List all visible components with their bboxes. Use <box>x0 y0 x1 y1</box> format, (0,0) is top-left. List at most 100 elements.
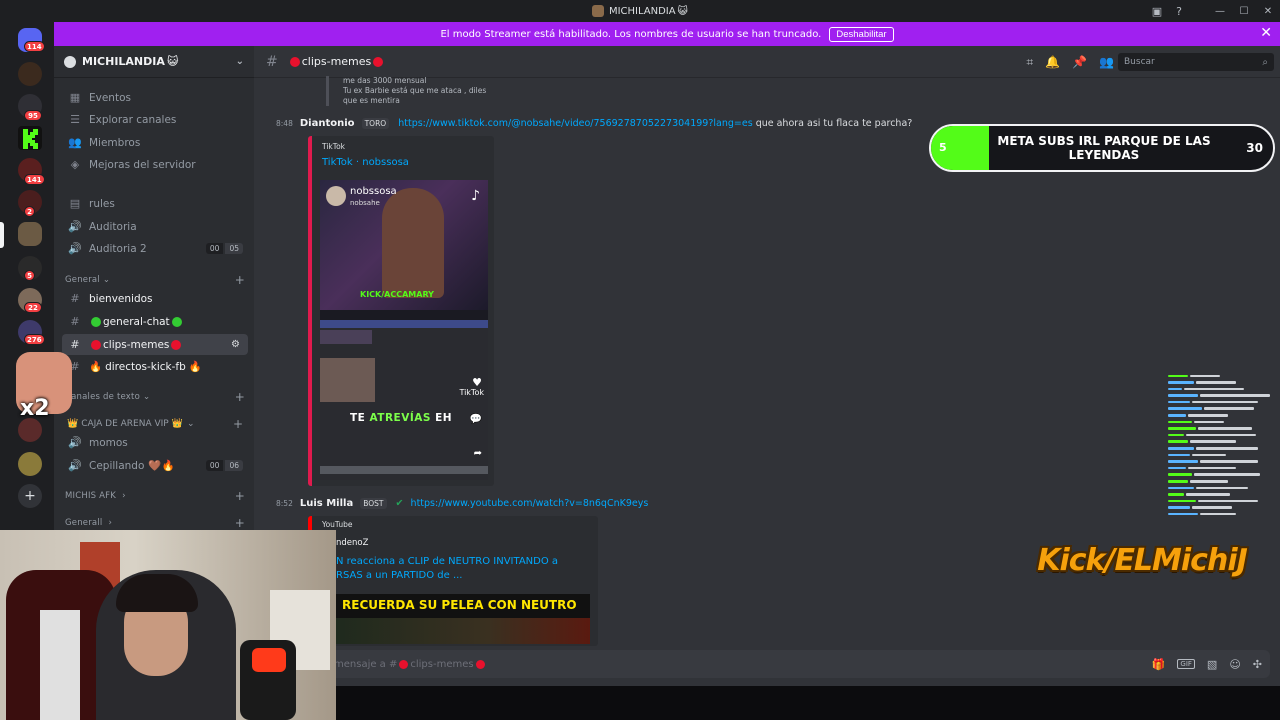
add-server-button[interactable]: + <box>18 484 42 508</box>
sidebar-item-events[interactable]: ▦ Eventos <box>62 87 248 108</box>
channel-clips-memes[interactable]: # clips-memes ⚙ <box>62 334 248 355</box>
channel-settings-icon[interactable]: ⚙ <box>231 339 243 350</box>
channel-label: momos <box>89 436 128 449</box>
chat-overlay-line <box>1168 399 1280 405</box>
role-tag: TORO <box>361 118 390 129</box>
sidebar-item-label: Mejoras del servidor <box>89 158 196 171</box>
speaker-icon: 🔊 <box>68 220 82 233</box>
channel-bienvenidos[interactable]: # bienvenidos <box>62 288 248 309</box>
search-input[interactable]: Buscar ⌕ <box>1118 53 1274 71</box>
voice-channel-auditoria[interactable]: 🔊 Auditoria <box>62 216 248 237</box>
voice-channel-auditoria-2[interactable]: 🔊 Auditoria 2 00 05 <box>62 238 248 259</box>
sidebar-item-boosts[interactable]: ◈ Mejoras del servidor <box>62 154 248 175</box>
embed-title-line-2[interactable]: RSAS a un PARTIDO de ... <box>336 570 462 581</box>
message-timestamp: 8:52 <box>276 499 293 508</box>
chat-overlay-line <box>1168 426 1280 432</box>
sticker-icon[interactable]: ▧ <box>1207 658 1217 671</box>
channel-general-chat[interactable]: # general-chat <box>62 311 248 332</box>
chat-overlay-line <box>1168 472 1280 478</box>
message-link[interactable]: https://www.tiktok.com/@nobsahe/video/75… <box>398 118 752 129</box>
add-channel-icon[interactable]: + <box>233 417 243 431</box>
message-author[interactable]: Luis Milla <box>300 498 353 509</box>
banner-text: El modo Streamer está habilitado. Los no… <box>440 28 822 40</box>
message-link[interactable]: https://www.youtube.com/watch?v=8n6qCnK9… <box>411 498 649 509</box>
hair <box>116 574 198 612</box>
stream-chat-overlay <box>1168 373 1280 519</box>
screenshot-block <box>320 330 372 344</box>
category-generall[interactable]: Generall › + <box>62 515 248 531</box>
channel-label: Cepillando <box>89 459 145 472</box>
server-icon-9[interactable] <box>18 452 42 476</box>
sidebar-item-label: Miembros <box>89 136 141 149</box>
chat-overlay-line <box>1168 393 1280 399</box>
embed-title[interactable]: TikTok · nobssosa <box>322 157 409 168</box>
tiktok-thumbnail[interactable]: nobssosa nobsahe ♪ KICK/ACCAMARY TE ATRE… <box>320 180 488 480</box>
message-author[interactable]: Diantonio <box>300 118 355 129</box>
chevron-down-icon: ⌄ <box>102 275 111 285</box>
notification-bell-icon[interactable]: 🔔 <box>1045 55 1060 69</box>
message-timestamp: 8:48 <box>276 119 293 128</box>
red-circle-icon <box>373 56 384 67</box>
header-toolbar: ⌗ 🔔 📌 👥 <box>1026 46 1114 78</box>
green-circle-icon <box>171 316 182 327</box>
close-window-button[interactable]: ✕ <box>1256 0 1280 22</box>
sidebar-item-browse-channels[interactable]: ☰ Explorar canales <box>62 109 248 130</box>
thumbnail-caption: RECUERDA SU PELEA CON NEUTRO <box>342 598 577 612</box>
server-header[interactable]: MICHILANDIA 😺 ⌄ <box>54 46 254 78</box>
fire-icon: 🔥 <box>89 361 103 373</box>
maximize-button[interactable]: ☐ <box>1232 0 1256 22</box>
minimize-button[interactable]: — <box>1208 0 1232 22</box>
channel-label: general-chat <box>103 315 170 328</box>
disable-streamer-mode-button[interactable]: Deshabilitar <box>829 26 894 42</box>
reaction-face-overlay: x2 <box>16 352 72 442</box>
add-channel-icon[interactable]: + <box>235 273 245 287</box>
role-tag: BOST <box>360 498 387 509</box>
chevron-down-icon: ⌄ <box>186 418 195 429</box>
unread-badge: 5 <box>24 270 35 281</box>
message-input[interactable]: mensaje a # clips-memes 🎁 GIF ▧ ☺ ✣ <box>264 650 1270 678</box>
unread-badge: 114 <box>24 41 45 52</box>
voice-channel-momos[interactable]: 🔊 momos <box>62 432 248 453</box>
previous-message-embed: me das 3000 mensual Tu ex Barbie está qu… <box>326 76 486 106</box>
sidebar-item-members[interactable]: 👥 Miembros <box>62 132 248 153</box>
apps-icon[interactable]: ✣ <box>1253 658 1262 671</box>
chair-stripe <box>40 610 80 720</box>
crown-icon: 👑 <box>171 418 183 429</box>
server-icon-michilandia[interactable] <box>18 222 42 246</box>
threads-icon[interactable]: ⌗ <box>1026 55 1033 70</box>
close-banner-icon[interactable]: ✕ <box>1260 25 1272 41</box>
add-channel-icon[interactable]: + <box>235 516 245 530</box>
channel-label: CAJA DE ARENA VIP <box>81 418 169 429</box>
channel-rules[interactable]: ▤ rules <box>62 193 248 214</box>
add-channel-icon[interactable]: + <box>235 489 245 503</box>
window-title-emoji: 😺 <box>677 5 689 17</box>
heart-fire-icon: 🤎🔥 <box>148 460 175 472</box>
chat-overlay-line <box>1168 479 1280 485</box>
member-list-icon[interactable]: 👥 <box>1099 55 1114 69</box>
inbox-icon[interactable]: ▣ <box>1146 0 1168 22</box>
hash-icon: # <box>70 315 80 328</box>
sidebar-item-label: Eventos <box>89 91 131 104</box>
gif-icon[interactable]: GIF <box>1177 659 1195 669</box>
youtube-thumbnail[interactable]: RECUERDA SU PELEA CON NEUTRO <box>336 594 590 644</box>
kick-server-icon[interactable] <box>18 126 42 150</box>
pin-icon[interactable]: 📌 <box>1072 55 1087 69</box>
emoji-icon[interactable]: ☺ <box>1229 658 1240 671</box>
embed-title-line-1[interactable]: N reacciona a CLIP de NEUTRO INVITANDO a <box>336 556 558 567</box>
server-icon-1[interactable] <box>18 62 42 86</box>
category-general[interactable]: General ⌄ + <box>62 272 248 288</box>
message-row: 8:48 Diantonio TORO https://www.tiktok.c… <box>276 118 912 129</box>
category-michis-afk[interactable]: MICHIS AFK › + <box>62 488 248 504</box>
gift-icon[interactable]: 🎁 <box>1152 658 1166 671</box>
chevron-right-icon: › <box>108 518 113 528</box>
channel-directos-kick-fb[interactable]: # 🔥 directos-kick-fb 🔥 <box>62 356 248 377</box>
fire-icon: 🔥 <box>188 361 202 373</box>
chat-overlay-line <box>1168 373 1280 379</box>
members-icon: 👥 <box>68 136 82 149</box>
voice-channel-caja-de-arena-vip[interactable]: 👑 CAJA DE ARENA VIP 👑 ⌄ + <box>62 413 248 434</box>
voice-channel-cepillando[interactable]: 🔊 Cepillando 🤎🔥 00 06 <box>62 455 248 476</box>
kick-channel-logo: Kick/ELMichiJ <box>1037 543 1248 578</box>
category-text-channels[interactable]: Canales de texto ⌄ + <box>62 389 248 405</box>
help-icon[interactable]: ? <box>1168 0 1190 22</box>
add-channel-icon[interactable]: + <box>235 390 245 404</box>
